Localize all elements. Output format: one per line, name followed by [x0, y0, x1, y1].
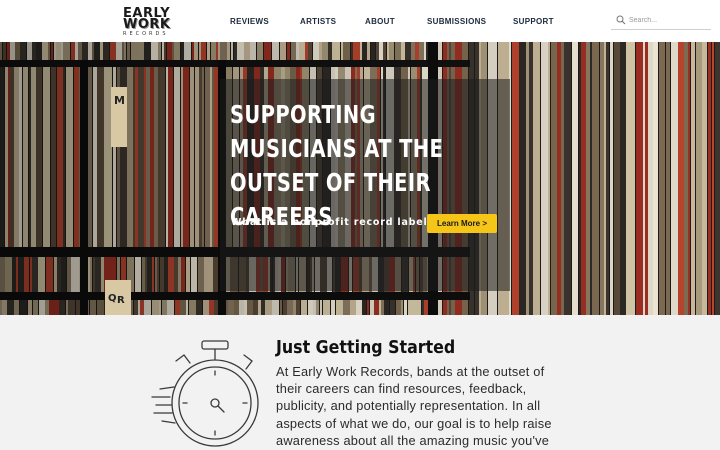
section-heading: Just Getting Started	[276, 337, 456, 358]
divider-letter-q: Q	[108, 293, 117, 304]
search-icon[interactable]	[616, 15, 626, 25]
stopwatch-icon	[151, 340, 259, 447]
hero-question: What is a nonprofit record label?	[231, 217, 434, 228]
logo[interactable]: EARLY WORK RECORDS	[123, 7, 179, 38]
search-box	[611, 10, 711, 30]
learn-more-button[interactable]: Learn More >	[427, 214, 497, 233]
search-input[interactable]	[629, 13, 709, 27]
logo-line2: WORK	[123, 17, 171, 32]
nav-item-about[interactable]: ABOUT	[365, 17, 395, 26]
divider-letter-m: M	[114, 94, 125, 107]
divider-letter-r: R	[117, 295, 125, 306]
logo-line3: RECORDS	[123, 31, 169, 37]
nav-item-support[interactable]: SUPPORT	[513, 17, 554, 26]
section-body: At Early Work Records, bands at the outs…	[276, 364, 552, 448]
site-header: EARLY WORK RECORDS REVIEWS ARTISTS ABOUT…	[0, 0, 720, 42]
nav-item-artists[interactable]: ARTISTS	[300, 17, 336, 26]
nav-item-submissions[interactable]: SUBMISSIONS	[427, 17, 486, 26]
hero-banner: M Q R SUPPORTING MUSICIANS AT THE OUTSET…	[0, 42, 720, 315]
nav-item-reviews[interactable]: REVIEWS	[230, 17, 269, 26]
hero-title: SUPPORTING MUSICIANS AT THE OUTSET OF TH…	[230, 100, 444, 231]
getting-started-section: Just Getting Started At Early Work Recor…	[0, 315, 720, 450]
